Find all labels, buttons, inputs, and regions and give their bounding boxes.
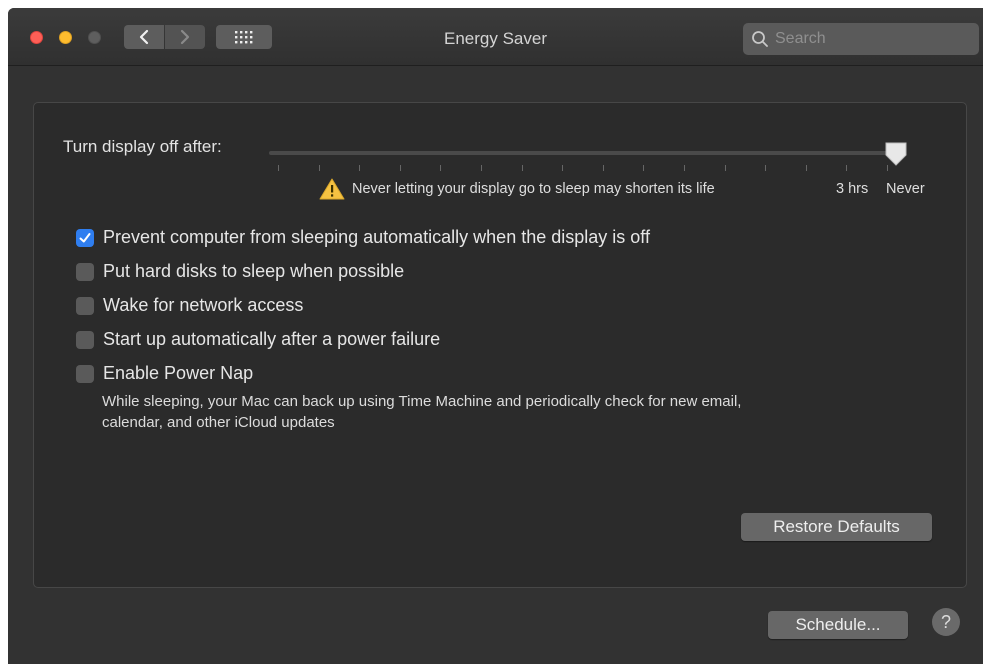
slider-tick <box>562 165 564 171</box>
slider-tick <box>765 165 767 171</box>
search-input[interactable] <box>775 30 965 48</box>
tick-label-never: Never <box>886 181 925 197</box>
title-bar: Energy Saver <box>8 8 983 66</box>
slider-tick <box>684 165 685 171</box>
checkbox-unchecked[interactable] <box>76 330 94 349</box>
checkbox-unchecked[interactable] <box>76 296 94 315</box>
slider-tick <box>318 165 320 171</box>
energy-saver-window: Energy Saver Turn display off after: Nev… <box>8 8 983 664</box>
slider-tick <box>805 165 807 171</box>
restore-defaults-button[interactable]: Restore Defaults <box>741 513 932 541</box>
power-failure-startup-checkbox[interactable]: Start up automatically after a power fai… <box>76 329 440 350</box>
slider-tick <box>359 165 361 171</box>
search-icon <box>752 31 768 47</box>
description-line-1: While sleeping, your Mac can back up usi… <box>102 393 742 410</box>
description-line-2: calendar, and other iCloud updates <box>102 414 335 431</box>
slider-tick <box>643 165 645 171</box>
hard-disk-sleep-label: Put hard disks to sleep when possible <box>103 261 405 281</box>
slider-tick <box>481 165 482 171</box>
tick-label-3hrs: 3 hrs <box>836 181 869 197</box>
wake-network-label: Wake for network access <box>103 295 304 315</box>
checkbox-unchecked[interactable] <box>76 364 94 383</box>
slider-tick <box>846 165 848 171</box>
warning-text: Never letting your display go to sleep m… <box>352 181 715 197</box>
slider-thumb[interactable] <box>884 141 908 167</box>
display-sleep-slider-track[interactable] <box>269 151 903 155</box>
checkbox-unchecked[interactable] <box>76 262 94 281</box>
slider-tick <box>399 165 401 171</box>
prevent-sleep-checkbox[interactable]: Prevent computer from sleeping automatic… <box>76 227 650 248</box>
power-nap-description: While sleeping, your Mac can back up usi… <box>102 391 862 433</box>
sleep-warning: Never letting your display go to sleep m… <box>319 178 715 200</box>
hard-disk-sleep-checkbox[interactable]: Put hard disks to sleep when possible <box>76 261 404 282</box>
power-nap-label: Enable Power Nap <box>103 363 254 383</box>
help-button[interactable]: ? <box>932 608 960 636</box>
wake-network-checkbox[interactable]: Wake for network access <box>76 295 303 316</box>
slider-tick <box>602 165 604 171</box>
warning-icon <box>319 178 345 200</box>
slider-tick <box>278 165 279 171</box>
power-failure-startup-label: Start up automatically after a power fai… <box>103 329 441 349</box>
slider-tick <box>521 165 523 171</box>
prevent-sleep-label: Prevent computer from sleeping automatic… <box>103 227 650 247</box>
schedule-button[interactable]: Schedule... <box>768 611 908 639</box>
checkbox-checked[interactable] <box>76 228 94 247</box>
power-nap-checkbox[interactable]: Enable Power Nap <box>76 363 253 384</box>
slider-tick <box>724 165 726 171</box>
checkmark-icon <box>79 232 91 242</box>
slider-tick <box>440 165 442 171</box>
search-field[interactable] <box>743 23 979 55</box>
display-sleep-label: Turn display off after: <box>63 137 222 156</box>
